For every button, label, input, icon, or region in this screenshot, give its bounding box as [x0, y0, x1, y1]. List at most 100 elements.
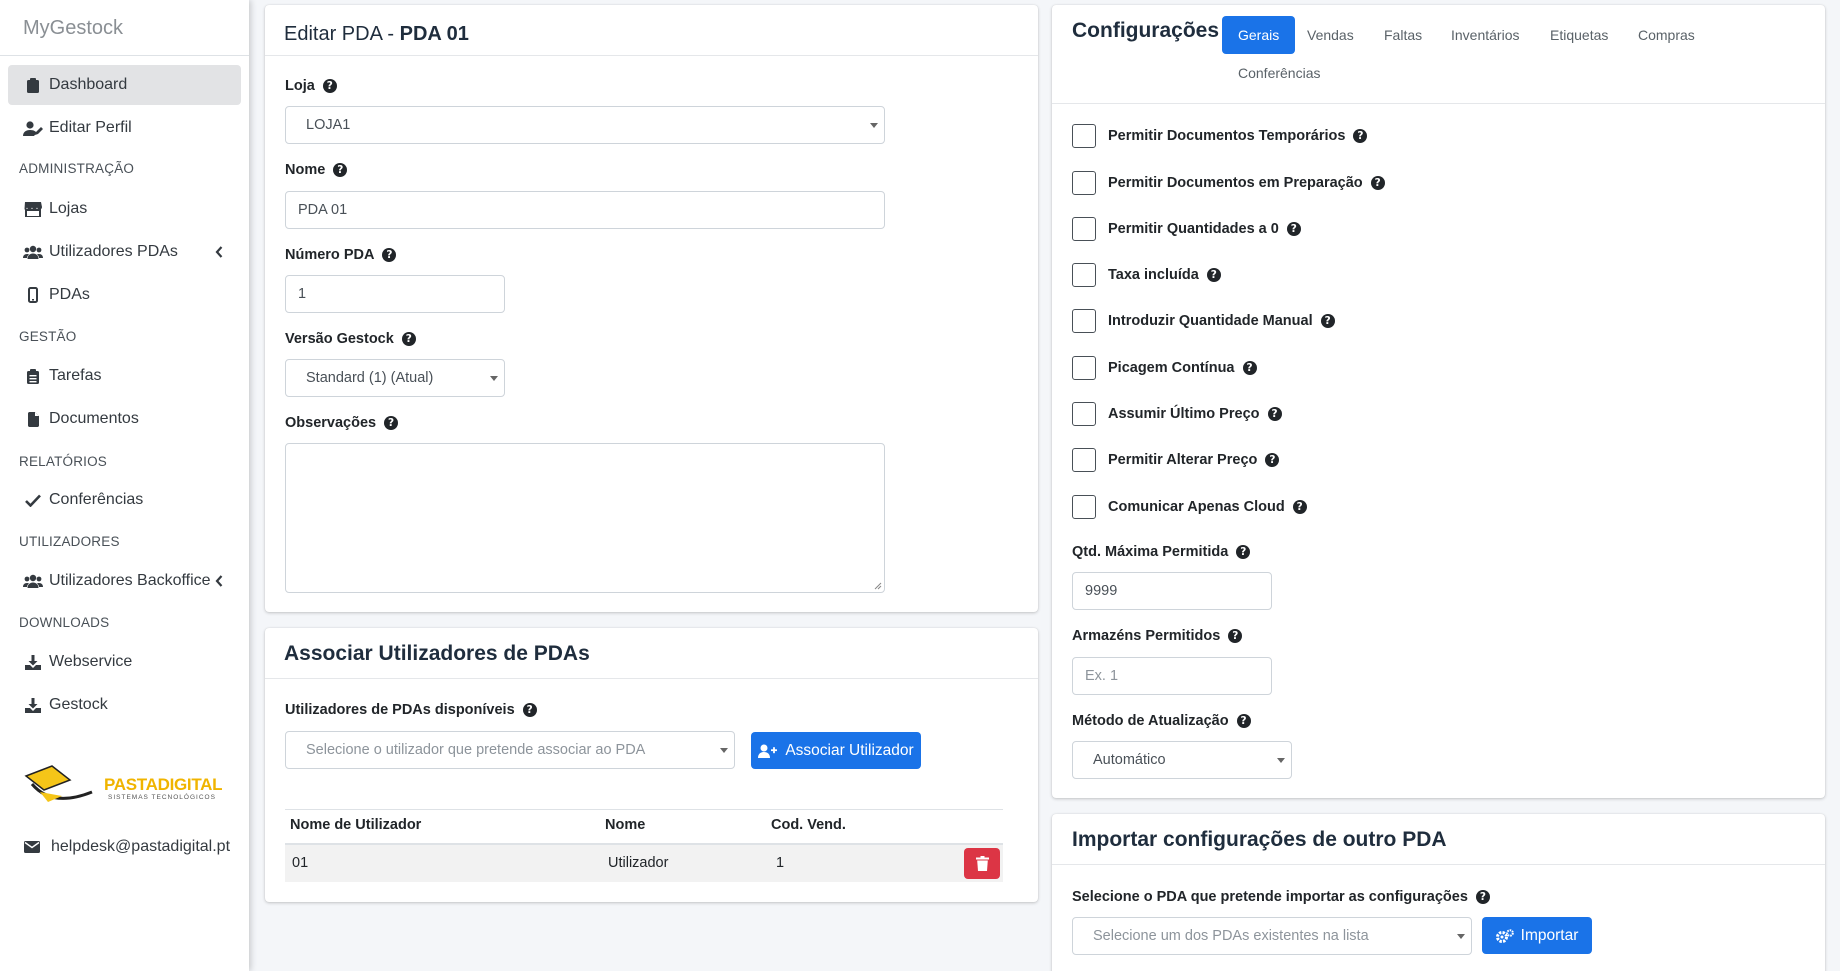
- metodo-atualizacao-select[interactable]: Automático: [1072, 741, 1292, 779]
- cell-cod-vend: 1: [776, 855, 785, 871]
- help-icon[interactable]: ?: [1370, 176, 1385, 190]
- tab-compras[interactable]: Compras: [1638, 27, 1695, 43]
- associar-title: Associar Utilizadores de PDAs: [284, 642, 590, 665]
- checkbox-introduzir-quantidade-manual[interactable]: Introduzir Quantidade Manual?: [1072, 309, 1335, 333]
- help-icon[interactable]: ?: [384, 416, 399, 430]
- chevron-left-icon[interactable]: [215, 245, 223, 263]
- sidebar-item-dashboard[interactable]: Dashboard: [8, 65, 241, 105]
- sidebar-item-pdas[interactable]: PDAs: [8, 275, 241, 315]
- sidebar-item-label: Gestock: [49, 696, 108, 713]
- cogs-icon: [1495, 928, 1514, 943]
- help-icon[interactable]: ?: [1236, 545, 1251, 559]
- table-row: 01 Utilizador 1: [285, 843, 1003, 882]
- helpdesk-email: helpdesk@pastadigital.pt: [51, 838, 231, 855]
- help-icon[interactable]: ?: [1267, 407, 1282, 421]
- qtd-maxima-input[interactable]: 9999: [1072, 572, 1272, 610]
- help-icon[interactable]: ?: [1286, 222, 1301, 236]
- nome-input[interactable]: PDA 01: [285, 191, 885, 229]
- sidebar-item-editar-perfil[interactable]: Editar Perfil: [8, 108, 241, 148]
- sidebar-item-label: Editar Perfil: [49, 119, 132, 136]
- checkbox-taxa-incluida[interactable]: Taxa incluída?: [1072, 263, 1221, 287]
- associar-utilizador-button[interactable]: Associar Utilizador: [751, 732, 921, 769]
- helpdesk-link[interactable]: helpdesk@pastadigital.pt: [24, 838, 230, 856]
- checkbox[interactable]: [1072, 309, 1096, 333]
- checkbox-permitir-alterar-preco[interactable]: Permitir Alterar Preço?: [1072, 448, 1280, 472]
- help-icon[interactable]: ?: [333, 163, 348, 177]
- sidebar-item-tarefas[interactable]: Tarefas: [8, 356, 241, 396]
- tab-vendas[interactable]: Vendas: [1307, 27, 1354, 43]
- help-icon[interactable]: ?: [1353, 129, 1368, 143]
- loja-label: Loja?: [285, 78, 337, 94]
- users-icon: [23, 245, 43, 259]
- help-icon[interactable]: ?: [1292, 500, 1307, 514]
- armazens-label: Armazéns Permitidos?: [1072, 628, 1243, 644]
- help-icon[interactable]: ?: [401, 332, 416, 346]
- help-icon[interactable]: ?: [1265, 453, 1280, 467]
- observacoes-label: Observações?: [285, 415, 399, 431]
- users-icon: [23, 574, 43, 588]
- brand-title[interactable]: MyGestock: [0, 0, 249, 56]
- checkbox[interactable]: [1072, 402, 1096, 426]
- sidebar-item-label: Dashboard: [49, 76, 128, 93]
- sidebar-item-utilizadores-backoffice[interactable]: Utilizadores Backoffice: [8, 561, 241, 601]
- configuracoes-title: Configurações: [1072, 19, 1220, 42]
- sidebar-item-gestock[interactable]: Gestock: [8, 685, 241, 725]
- checkbox-permitir-documentos-temporarios[interactable]: Permitir Documentos Temporários?: [1072, 124, 1368, 148]
- help-icon[interactable]: ?: [382, 248, 397, 262]
- tab-faltas[interactable]: Faltas: [1384, 27, 1422, 43]
- sidebar-item-label: Conferências: [49, 491, 144, 508]
- resize-handle-icon[interactable]: [874, 582, 882, 590]
- sidebar-item-conferencias[interactable]: Conferências: [8, 480, 241, 520]
- help-icon[interactable]: ?: [322, 79, 337, 93]
- checkbox[interactable]: [1072, 356, 1096, 380]
- download-icon: [23, 654, 43, 670]
- checkbox[interactable]: [1072, 448, 1096, 472]
- checkbox-comunicar-apenas-cloud[interactable]: Comunicar Apenas Cloud?: [1072, 495, 1307, 519]
- tab-gerais[interactable]: Gerais: [1222, 16, 1296, 54]
- versao-select[interactable]: Standard (1) (Atual): [285, 359, 505, 397]
- pda-name-title: PDA 01: [399, 23, 469, 45]
- help-icon[interactable]: ?: [1236, 714, 1251, 728]
- help-icon[interactable]: ?: [1228, 629, 1243, 643]
- tab-etiquetas[interactable]: Etiquetas: [1550, 27, 1608, 43]
- observacoes-textarea[interactable]: [285, 443, 885, 593]
- checkbox[interactable]: [1072, 263, 1096, 287]
- delete-button[interactable]: [964, 848, 1000, 879]
- help-icon[interactable]: ?: [1206, 268, 1221, 282]
- help-icon[interactable]: ?: [1320, 314, 1335, 328]
- numero-input[interactable]: 1: [285, 275, 505, 313]
- importar-pda-select[interactable]: Selecione um dos PDAs existentes na list…: [1072, 917, 1472, 955]
- sidebar-item-utilizadores-pdas[interactable]: Utilizadores PDAs: [8, 232, 241, 272]
- sidebar-item-lojas[interactable]: Lojas: [8, 189, 241, 229]
- card-header: Importar configurações de outro PDA: [1052, 814, 1825, 865]
- importar-button[interactable]: Importar: [1482, 917, 1592, 954]
- checkbox[interactable]: [1072, 124, 1096, 148]
- help-icon[interactable]: ?: [522, 703, 537, 717]
- nav-header-relatorios: RELATÓRIOS: [19, 454, 108, 469]
- sidebar-item-label: Utilizadores Backoffice: [49, 572, 211, 589]
- checkbox[interactable]: [1072, 217, 1096, 241]
- column-header: Nome: [605, 817, 646, 833]
- tab-conferencias[interactable]: Conferências: [1238, 65, 1321, 81]
- checkbox-picagem-continua[interactable]: Picagem Contínua?: [1072, 356, 1257, 380]
- armazens-input[interactable]: Ex. 1: [1072, 657, 1272, 695]
- tab-inventarios[interactable]: Inventários: [1451, 27, 1519, 43]
- checkbox-assumir-ultimo-preco[interactable]: Assumir Último Preço?: [1072, 402, 1282, 426]
- sidebar-item-documentos[interactable]: Documentos: [8, 399, 241, 439]
- help-icon[interactable]: ?: [1475, 890, 1490, 904]
- help-icon[interactable]: ?: [1242, 361, 1257, 375]
- checkbox-permitir-documentos-preparacao[interactable]: Permitir Documentos em Preparação?: [1072, 171, 1385, 195]
- sidebar-item-label: Webservice: [49, 653, 133, 670]
- trash-icon: [975, 856, 989, 871]
- sidebar-item-webservice[interactable]: Webservice: [8, 642, 241, 682]
- nav-header-administracao: ADMINISTRAÇÃO: [19, 161, 135, 176]
- file-icon: [23, 411, 43, 427]
- sidebar: MyGestock Dashboard Editar Perfil ADMINI…: [0, 0, 249, 971]
- loja-select[interactable]: LOJA1: [285, 106, 885, 144]
- checkbox[interactable]: [1072, 171, 1096, 195]
- checkbox[interactable]: [1072, 495, 1096, 519]
- utilizador-select[interactable]: Selecione o utilizador que pretende asso…: [285, 731, 735, 769]
- checkbox-permitir-quantidades-0[interactable]: Permitir Quantidades a 0?: [1072, 217, 1301, 241]
- metodo-atualizacao-label: Método de Atualização?: [1072, 713, 1251, 729]
- chevron-left-icon[interactable]: [215, 574, 223, 592]
